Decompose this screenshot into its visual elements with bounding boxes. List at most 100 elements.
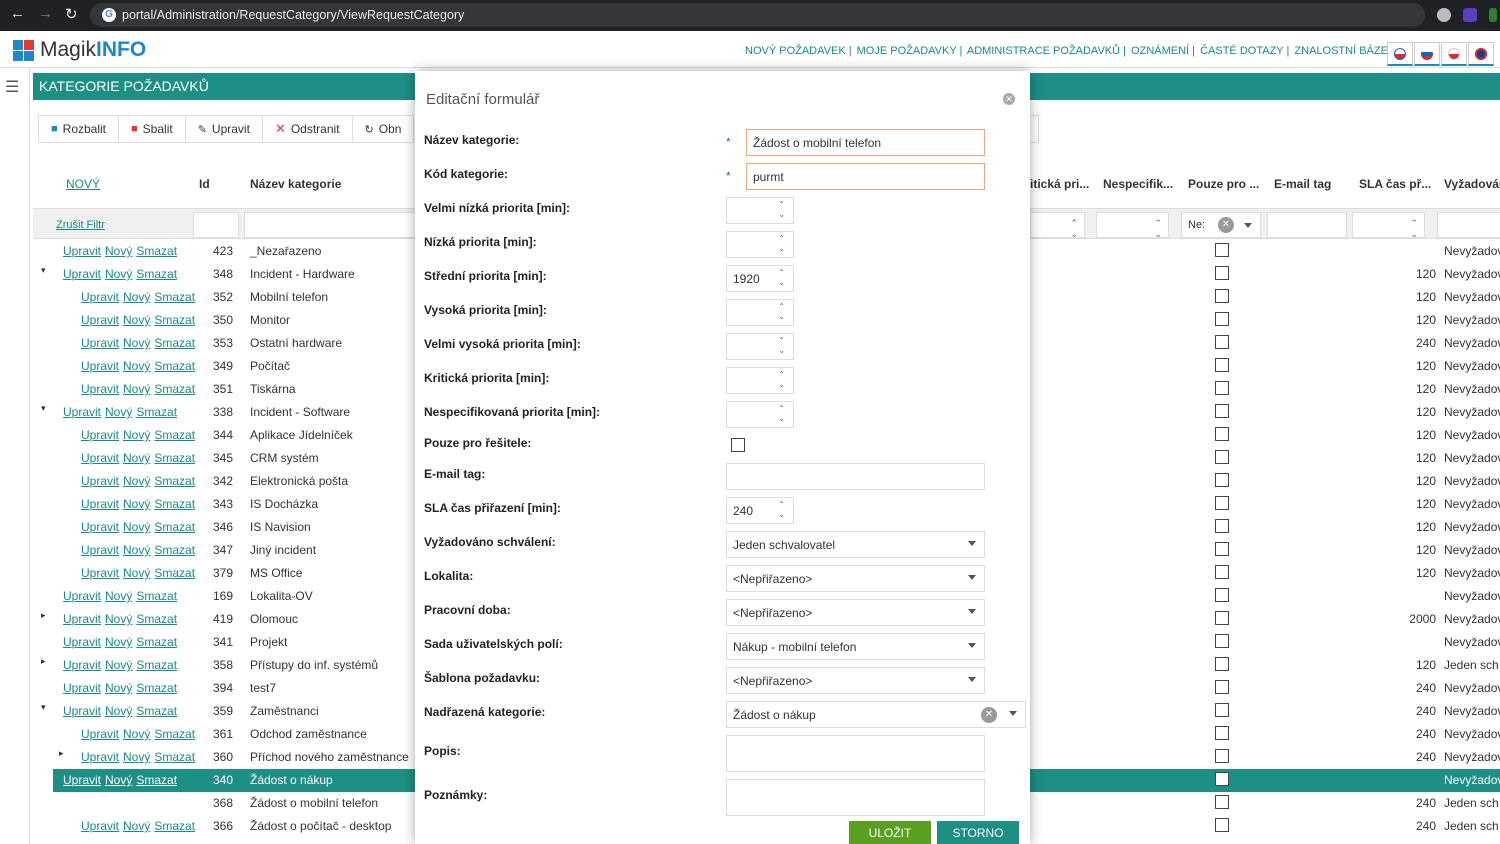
collapse-button[interactable]: ■ Sbalit — [119, 116, 186, 142]
edit-link[interactable]: Upravit — [63, 244, 101, 258]
new-link[interactable]: Nový — [123, 566, 150, 580]
new-link[interactable]: Nový — [123, 819, 150, 833]
delete-link[interactable]: Smazat — [154, 451, 195, 465]
filter-critical[interactable]: ⌃ ⌄ — [1030, 212, 1085, 239]
solvers-only-checkbox[interactable] — [1215, 749, 1229, 763]
sla-input[interactable]: 240 ⌃ ⌄ — [726, 497, 794, 524]
header-approval[interactable]: Vyžadován — [1444, 177, 1500, 191]
spin-icon[interactable]: ⌃ ⌄ — [778, 268, 785, 288]
extension-icon[interactable] — [1463, 8, 1477, 22]
delete-link[interactable]: Smazat — [154, 290, 195, 304]
logo[interactable]: MagikINFO — [40, 38, 146, 62]
filter-solvers-only[interactable]: Ne: ✕ — [1181, 212, 1261, 238]
new-link[interactable]: Nový — [105, 658, 132, 672]
new-link[interactable]: Nový — [123, 497, 150, 511]
extension-icon[interactable] — [1489, 8, 1497, 22]
spin-icon[interactable]: ⌃ ⌄ — [778, 234, 785, 254]
edit-link[interactable]: Upravit — [63, 681, 101, 695]
clear-icon[interactable]: ✕ — [981, 707, 997, 723]
spin-icon[interactable]: ⌃ ⌄ — [778, 370, 785, 390]
reload-icon[interactable]: ↻ — [65, 5, 78, 23]
expand-arrow-icon[interactable]: ▸ — [41, 610, 46, 621]
solvers-only-checkbox[interactable] — [1215, 450, 1229, 464]
url-text[interactable]: portal/Administration/RequestCategory/Vi… — [122, 8, 464, 22]
high-priority-input[interactable]: ⌃ ⌄ — [726, 299, 794, 326]
delete-link[interactable]: Smazat — [136, 405, 177, 419]
new-link[interactable]: Nový — [105, 635, 132, 649]
chevron-down-icon[interactable] — [1009, 711, 1017, 716]
solvers-only-checkbox[interactable] — [1215, 657, 1229, 671]
chevron-down-icon[interactable] — [1244, 223, 1252, 228]
template-select[interactable]: <Nepřiřazeno> — [726, 667, 985, 694]
delete-link[interactable]: Smazat — [136, 612, 177, 626]
edit-link[interactable]: Upravit — [81, 359, 119, 373]
delete-link[interactable]: Smazat — [154, 497, 195, 511]
solvers-only-checkbox[interactable] — [1215, 266, 1229, 280]
edit-link[interactable]: Upravit — [81, 336, 119, 350]
edit-link[interactable]: Upravit — [63, 704, 101, 718]
delete-link[interactable]: Smazat — [154, 474, 195, 488]
collapse-arrow-icon[interactable]: ▾ — [41, 403, 46, 414]
header-unspecified[interactable]: Nespecifik... — [1103, 177, 1173, 191]
delete-link[interactable]: Smazat — [136, 635, 177, 649]
solvers-only-checkbox[interactable] — [1215, 404, 1229, 418]
collapse-arrow-icon[interactable]: ▾ — [41, 702, 46, 713]
edit-link[interactable]: Upravit — [81, 497, 119, 511]
filter-id[interactable] — [193, 212, 239, 238]
solvers-only-checkbox[interactable] — [1215, 795, 1229, 809]
edit-link[interactable]: Upravit — [63, 635, 101, 649]
flag-cz-icon[interactable] — [1387, 42, 1413, 66]
delete-link[interactable]: Smazat — [154, 819, 195, 833]
edit-link[interactable]: Upravit — [63, 612, 101, 626]
delete-link[interactable]: Smazat — [136, 658, 177, 672]
solvers-only-checkbox[interactable] — [1215, 243, 1229, 257]
new-link[interactable]: Nový — [105, 589, 132, 603]
edit-link[interactable]: Upravit — [81, 520, 119, 534]
solvers-only-checkbox[interactable] — [1215, 496, 1229, 510]
collapse-arrow-icon[interactable]: ▾ — [41, 265, 46, 276]
new-link[interactable]: Nový — [123, 290, 150, 304]
expand-button[interactable]: ■ Rozbalit — [39, 116, 120, 142]
solvers-only-checkbox[interactable] — [1215, 680, 1229, 694]
spin-icon[interactable]: ⌃ ⌄ — [778, 200, 785, 220]
unspecified-priority-input[interactable]: ⌃ ⌄ — [726, 401, 794, 428]
delete-link[interactable]: Smazat — [136, 681, 177, 695]
solvers-only-checkbox[interactable] — [1215, 565, 1229, 579]
category-name-input[interactable]: Žádost o mobilní telefon — [746, 129, 985, 156]
edit-link[interactable]: Upravit — [63, 589, 101, 603]
very-high-priority-input[interactable]: ⌃ ⌄ — [726, 333, 794, 360]
header-name[interactable]: Název kategorie — [250, 177, 341, 191]
locality-select[interactable]: <Nepřiřazeno> — [726, 565, 985, 592]
edit-link[interactable]: Upravit — [63, 658, 101, 672]
solvers-only-checkbox[interactable] — [1215, 772, 1229, 786]
collapse-arrow-icon[interactable]: ▾ — [41, 771, 46, 782]
nav-faq[interactable]: ČASTÉ DOTAZY | — [1200, 45, 1289, 57]
solvers-only-checkbox[interactable] — [1215, 703, 1229, 717]
delete-link[interactable]: Smazat — [136, 244, 177, 258]
nav-my-requests[interactable]: MOJE POŽADAVKY | — [857, 45, 963, 57]
delete-link[interactable]: Smazat — [136, 773, 177, 787]
new-link[interactable]: Nový — [123, 520, 150, 534]
delete-link[interactable]: Smazat — [136, 589, 177, 603]
nav-new-request[interactable]: NOVÝ POŽADAVEK | — [745, 45, 852, 57]
solvers-only-checkbox[interactable] — [1215, 312, 1229, 326]
edit-link[interactable]: Upravit — [81, 290, 119, 304]
delete-link[interactable]: Smazat — [154, 382, 195, 396]
expand-arrow-icon[interactable]: ▸ — [59, 748, 64, 759]
critical-priority-input[interactable]: ⌃ ⌄ — [726, 367, 794, 394]
filter-unspecified[interactable]: ⌃ ⌄ — [1096, 212, 1169, 239]
edit-button[interactable]: ✎ Upravit — [186, 116, 263, 142]
filter-email-tag[interactable] — [1267, 212, 1347, 238]
edit-link[interactable]: Upravit — [81, 566, 119, 580]
solvers-only-checkbox[interactable] — [1215, 519, 1229, 533]
cancel-button[interactable]: STORNO — [937, 821, 1019, 844]
solvers-only-checkbox[interactable] — [1215, 588, 1229, 602]
edit-link[interactable]: Upravit — [81, 543, 119, 557]
new-link[interactable]: Nový — [123, 313, 150, 327]
solvers-only-checkbox[interactable] — [1215, 358, 1229, 372]
flag-pl-icon[interactable] — [1441, 42, 1467, 66]
clear-filter-link[interactable]: Zrušit Filtr — [56, 219, 105, 231]
new-link[interactable]: Nový — [105, 405, 132, 419]
new-link[interactable]: Nový — [123, 359, 150, 373]
spin-icon[interactable]: ⌃ ⌄ — [778, 336, 785, 356]
